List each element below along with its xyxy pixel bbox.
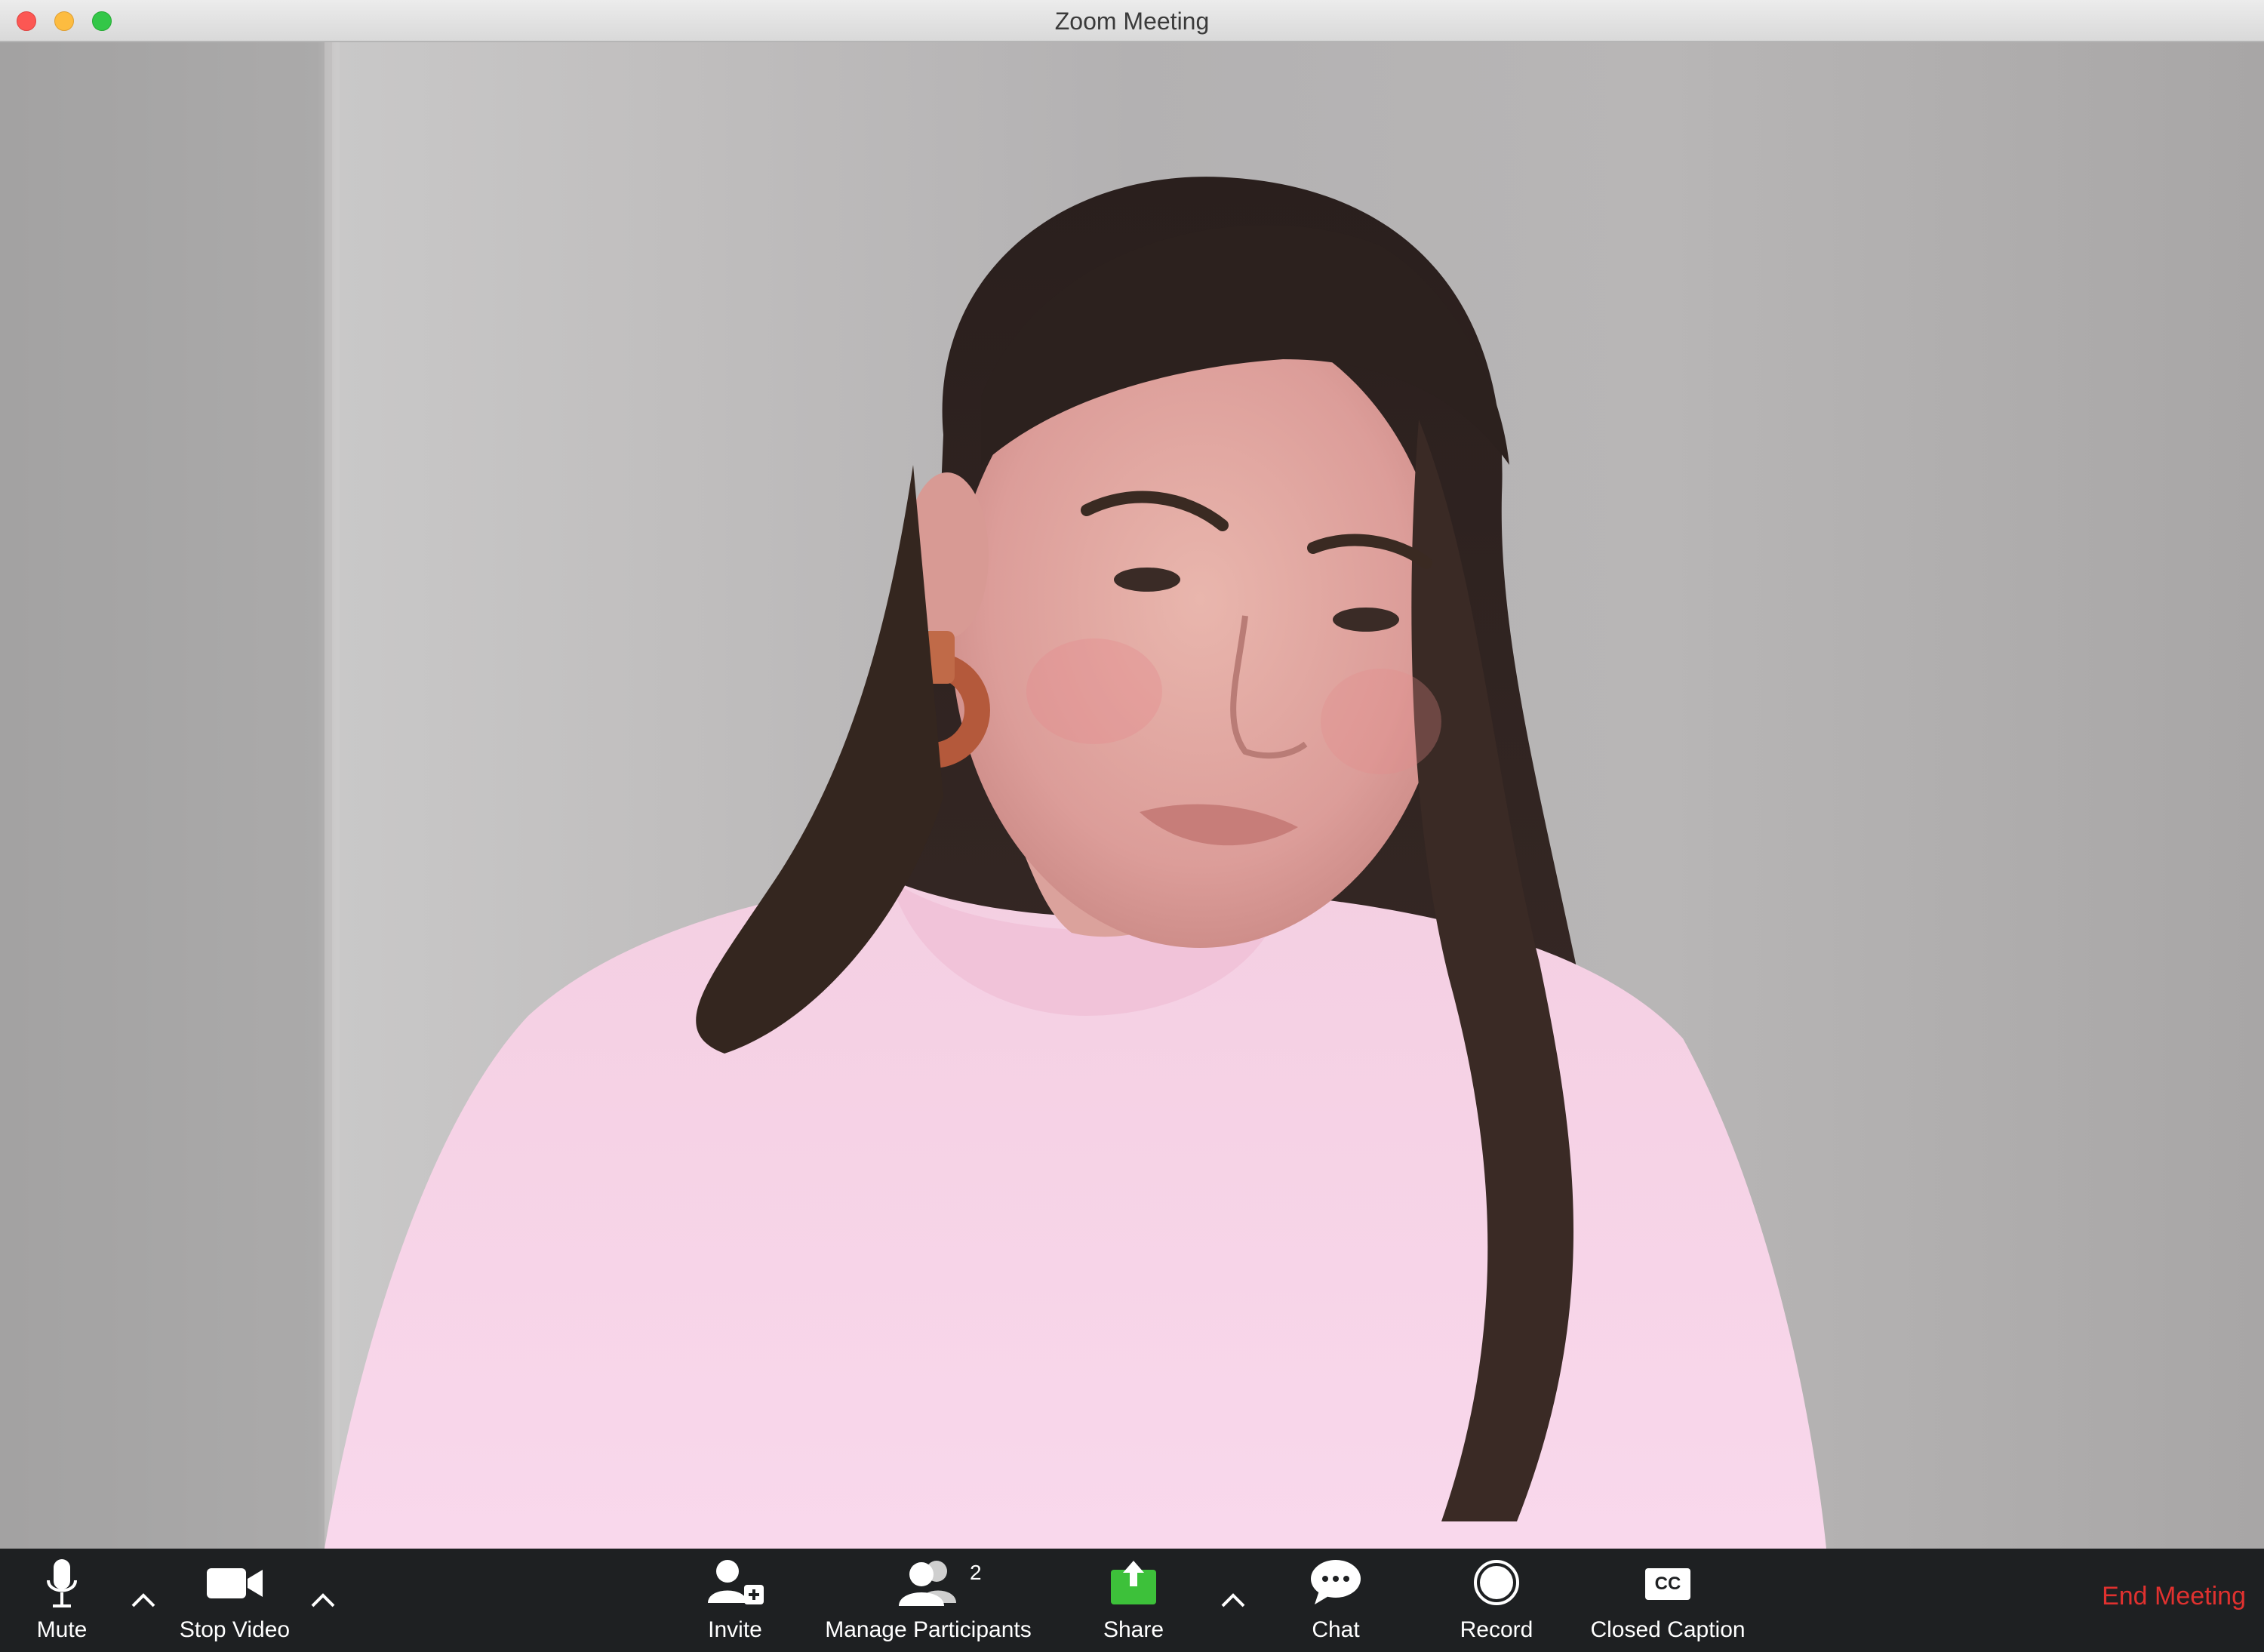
record-label: Record bbox=[1460, 1617, 1533, 1642]
share-label: Share bbox=[1103, 1617, 1164, 1642]
share-screen-button[interactable]: Share bbox=[1094, 1549, 1173, 1652]
video-options-chevron-up-icon[interactable] bbox=[308, 1585, 338, 1615]
microphone-icon bbox=[47, 1559, 77, 1607]
video-camera-icon bbox=[207, 1568, 263, 1598]
invite-button[interactable]: Invite bbox=[694, 1549, 776, 1652]
participant-count-badge: 2 bbox=[970, 1561, 982, 1584]
record-button[interactable]: Record bbox=[1455, 1549, 1538, 1652]
closed-caption-label: Closed Caption bbox=[1590, 1617, 1746, 1642]
end-meeting-button[interactable]: End Meeting bbox=[2102, 1582, 2246, 1611]
participant-video-feed bbox=[0, 42, 2264, 1549]
chat-button[interactable]: Chat bbox=[1298, 1549, 1373, 1652]
manage-participants-label: Manage Participants bbox=[825, 1617, 1032, 1642]
meeting-toolbar: Mute Stop Video Invite Manage Participan… bbox=[0, 1549, 2264, 1652]
stop-video-label: Stop Video bbox=[179, 1617, 291, 1642]
cc-badge-text: CC bbox=[1654, 1574, 1681, 1594]
manage-participants-button[interactable]: Manage Participants bbox=[815, 1549, 1041, 1652]
closed-caption-button[interactable]: CC Closed Caption bbox=[1585, 1549, 1751, 1652]
stop-video-button[interactable]: Stop Video bbox=[171, 1549, 299, 1652]
add-person-icon bbox=[708, 1560, 764, 1604]
title-bar: Zoom Meeting bbox=[0, 0, 2264, 42]
closed-caption-icon: CC bbox=[1645, 1568, 1690, 1600]
chat-bubble-icon bbox=[1311, 1560, 1361, 1604]
share-screen-icon bbox=[1111, 1561, 1156, 1604]
invite-label: Invite bbox=[708, 1617, 762, 1642]
window-title: Zoom Meeting bbox=[1054, 8, 1210, 35]
chat-label: Chat bbox=[1312, 1617, 1360, 1642]
participants-icon bbox=[899, 1561, 956, 1606]
share-options-chevron-up-icon[interactable] bbox=[1218, 1585, 1248, 1615]
zoom-window: Zoom Meeting Mute Stop Video Invite Mana… bbox=[0, 0, 2264, 1652]
audio-options-chevron-up-icon[interactable] bbox=[128, 1585, 158, 1615]
mute-label: Mute bbox=[36, 1617, 88, 1642]
mute-button[interactable]: Mute bbox=[23, 1549, 101, 1652]
video-frame-illustration bbox=[0, 42, 1826, 1549]
record-icon bbox=[1474, 1560, 1519, 1605]
